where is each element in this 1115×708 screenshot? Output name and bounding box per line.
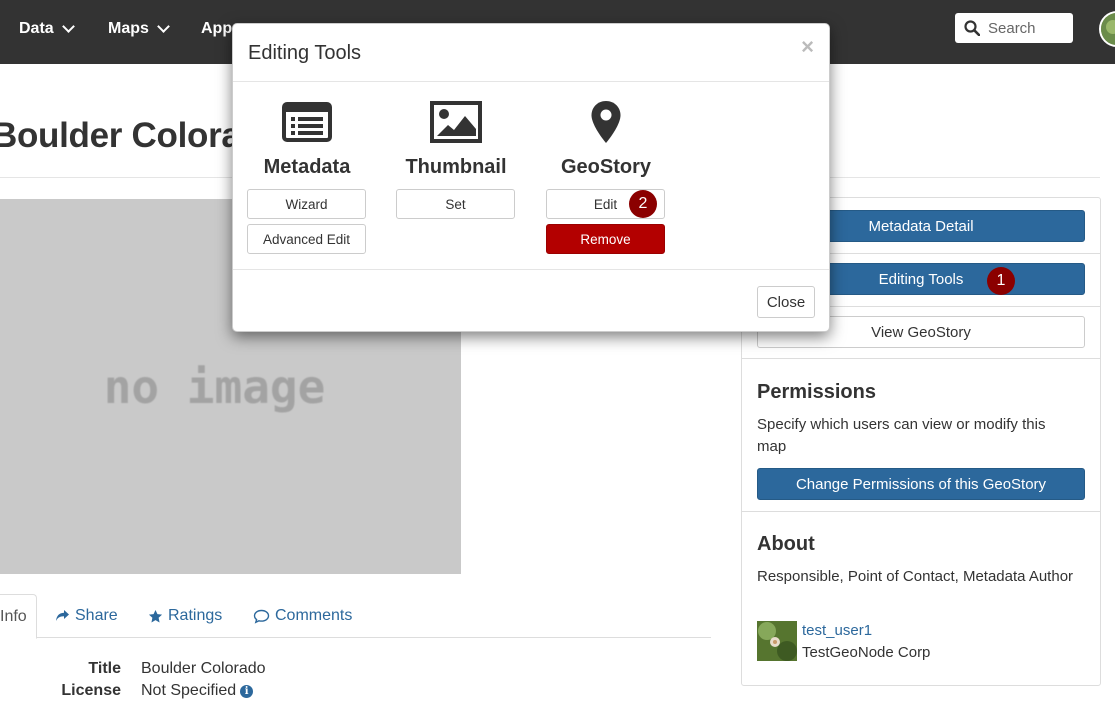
metadata-label: Metadata (263, 156, 351, 178)
map-marker-icon (576, 98, 636, 148)
remove-geostory-button[interactable]: Remove (546, 224, 665, 254)
close-button[interactable]: Close (757, 286, 815, 318)
tab-comments-label: Comments (275, 607, 353, 624)
tab-ratings-label: Ratings (168, 607, 223, 624)
search-input[interactable] (988, 19, 1068, 37)
set-thumbnail-button[interactable]: Set (396, 189, 515, 219)
thumbnail-label: Thumbnail (405, 156, 507, 178)
search-box[interactable] (955, 13, 1073, 43)
nav-data-menu[interactable]: Data (19, 0, 75, 57)
step-badge-1: 1 (987, 267, 1015, 295)
divider (742, 358, 1100, 359)
user-avatar[interactable] (1099, 11, 1115, 47)
tab-ratings[interactable]: Ratings (148, 594, 222, 638)
user-thumbnail-image (757, 621, 797, 661)
search-icon (964, 20, 980, 36)
step-badge-2: 2 (629, 190, 657, 218)
resource-tabs: Info Share Ratings Comments (0, 594, 711, 639)
comment-icon (253, 609, 270, 624)
tab-comments[interactable]: Comments (253, 594, 352, 638)
modal-title: Editing Tools (248, 42, 362, 64)
wizard-button[interactable]: Wizard (247, 189, 366, 219)
info-license-key: License (61, 682, 121, 699)
user-organization: TestGeoNode Corp (802, 644, 931, 661)
permissions-description: Specify which users can view or modify t… (757, 416, 1046, 455)
image-icon (426, 98, 486, 148)
tab-info-label: Info (0, 607, 27, 625)
change-permissions-button[interactable]: Change Permissions of this GeoStory (757, 468, 1085, 500)
list-alt-icon (277, 98, 337, 148)
about-roles: Responsible, Point of Contact, Metadata … (757, 568, 1074, 585)
info-title-value: Boulder Colorado (141, 660, 266, 677)
chevron-down-icon (61, 19, 75, 33)
advanced-edit-button[interactable]: Advanced Edit (247, 224, 366, 254)
close-icon[interactable]: × (801, 36, 814, 58)
info-license-value: Not Specified (141, 682, 237, 699)
about-heading: About (757, 533, 815, 555)
nav-maps-label: Maps (108, 19, 149, 37)
info-license-row: Not Specified i (141, 682, 254, 700)
user-thumbnail (757, 621, 797, 661)
avatar-image (1101, 13, 1115, 45)
nav-maps-menu[interactable]: Maps (108, 0, 170, 57)
editing-tools-modal: Editing Tools × Metadata Wizard Advanced… (232, 23, 830, 332)
no-image-text: no image (103, 359, 326, 414)
tab-share-label: Share (75, 607, 118, 624)
tab-share[interactable]: Share (55, 594, 118, 638)
info-icon[interactable]: i (240, 684, 254, 698)
editing-tools-label: Editing Tools (878, 270, 964, 288)
star-icon (148, 609, 163, 622)
modal-footer-divider (233, 269, 829, 270)
divider (742, 511, 1100, 512)
geostory-label: GeoStory (560, 156, 652, 178)
permissions-heading: Permissions (757, 381, 876, 403)
info-title-key: Title (88, 660, 121, 677)
user-profile-link[interactable]: test_user1 (802, 622, 872, 639)
tab-info[interactable]: Info (0, 594, 37, 639)
nav-data-label: Data (19, 19, 54, 37)
modal-header-divider (233, 81, 829, 82)
chevron-down-icon (157, 19, 170, 33)
share-icon (56, 610, 69, 621)
